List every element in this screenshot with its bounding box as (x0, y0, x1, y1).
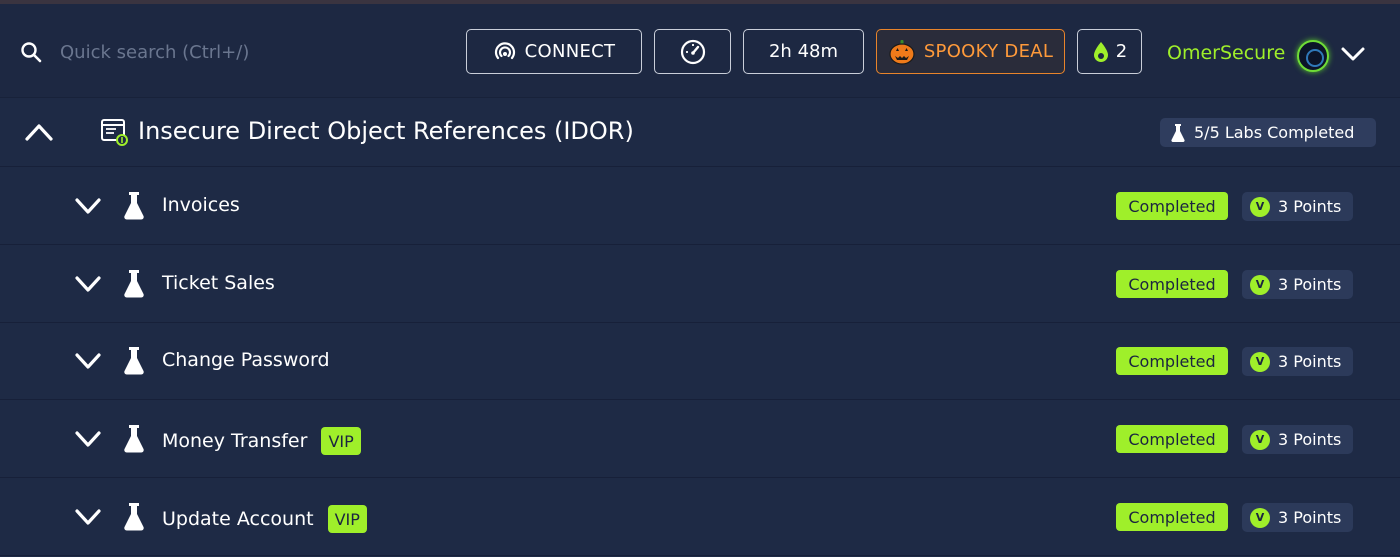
status-badge: Completed (1116, 192, 1228, 220)
points-label: 3 Points (1278, 352, 1342, 371)
module-title: Insecure Direct Object References (IDOR) (138, 117, 634, 145)
coin-icon: V (1250, 274, 1270, 295)
points-label: 3 Points (1278, 430, 1342, 449)
vip-badge: VIP (327, 505, 367, 533)
points-badge: V 3 Points (1242, 347, 1353, 376)
lab-row[interactable]: Ticket Sales Completed V 3 Points (0, 246, 1400, 323)
lab-title-text: Money Transfer (162, 430, 308, 452)
flask-icon (124, 503, 144, 531)
flask-icon (124, 425, 144, 453)
lab-row[interactable]: Invoices Completed V 3 Points (0, 168, 1400, 245)
module-icon (101, 119, 128, 146)
lab-title-text: Ticket Sales (162, 272, 275, 294)
droplet-icon (1093, 41, 1108, 62)
lab-title: Invoices (162, 194, 240, 216)
labs-progress-label: 5/5 Labs Completed (1194, 123, 1355, 142)
flask-icon (124, 347, 144, 375)
status-badge: Completed (1116, 270, 1228, 298)
flask-icon (1171, 123, 1185, 142)
lab-title: Change Password (162, 349, 330, 371)
points-badge: V 3 Points (1242, 425, 1353, 454)
lab-title-text: Change Password (162, 349, 330, 371)
chevron-down-icon[interactable] (74, 507, 102, 527)
chevron-down-icon[interactable] (74, 196, 102, 216)
chevron-down-icon[interactable] (74, 351, 102, 371)
coin-icon: V (1250, 507, 1270, 528)
username[interactable]: OmerSecure (1167, 42, 1285, 64)
speedometer-icon (680, 39, 705, 64)
points-label: 3 Points (1278, 197, 1342, 216)
labs-progress-badge: 5/5 Labs Completed (1160, 118, 1376, 147)
chevron-up-icon[interactable] (24, 121, 54, 143)
lab-title: Money Transfer VIP (162, 427, 361, 455)
vip-badge: VIP (321, 427, 361, 455)
lab-title-text: Invoices (162, 194, 240, 216)
flask-icon (124, 192, 144, 220)
lab-title: Update Account VIP (162, 505, 367, 533)
speed-button[interactable] (654, 29, 731, 74)
points-label: 3 Points (1278, 508, 1342, 527)
cubes-count: 2 (1115, 41, 1128, 62)
search-input[interactable] (52, 32, 432, 72)
search-icon[interactable] (19, 40, 43, 64)
status-badge: Completed (1116, 347, 1228, 375)
points-badge: V 3 Points (1242, 503, 1353, 532)
lab-title: Ticket Sales (162, 272, 275, 294)
top-bar: CONNECT 2h 48m SPOOKY DEAL 2 OmerSecure (0, 4, 1400, 98)
lab-row[interactable]: Money Transfer VIP Completed V 3 Points (0, 401, 1400, 478)
lab-row[interactable]: Change Password Completed V 3 Points (0, 323, 1400, 400)
connect-label: CONNECT (524, 41, 616, 62)
chevron-down-icon[interactable] (74, 274, 102, 294)
coin-icon: V (1250, 429, 1270, 450)
points-badge: V 3 Points (1242, 270, 1353, 299)
session-timer[interactable]: 2h 48m (743, 29, 864, 74)
broadcast-icon (494, 41, 515, 59)
coin-icon: V (1250, 196, 1270, 217)
points-label: 3 Points (1278, 275, 1342, 294)
lab-title-text: Update Account (162, 508, 314, 530)
lab-row[interactable]: Update Account VIP Completed V 3 Points (0, 479, 1400, 556)
pumpkin-icon (889, 39, 915, 65)
chevron-down-icon[interactable] (1340, 45, 1366, 63)
promo-button[interactable]: SPOOKY DEAL (876, 29, 1065, 74)
status-badge: Completed (1116, 503, 1228, 531)
connect-button[interactable]: CONNECT (466, 29, 642, 74)
coin-icon: V (1250, 351, 1270, 372)
status-badge: Completed (1116, 425, 1228, 453)
chevron-down-icon[interactable] (74, 429, 102, 449)
module-header[interactable]: Insecure Direct Object References (IDOR)… (0, 99, 1400, 167)
avatar[interactable] (1297, 40, 1329, 72)
points-badge: V 3 Points (1242, 192, 1353, 221)
promo-label: SPOOKY DEAL (923, 41, 1054, 62)
cubes-button[interactable]: 2 (1077, 29, 1142, 74)
timer-label: 2h 48m (768, 41, 839, 62)
flask-icon (124, 270, 144, 298)
